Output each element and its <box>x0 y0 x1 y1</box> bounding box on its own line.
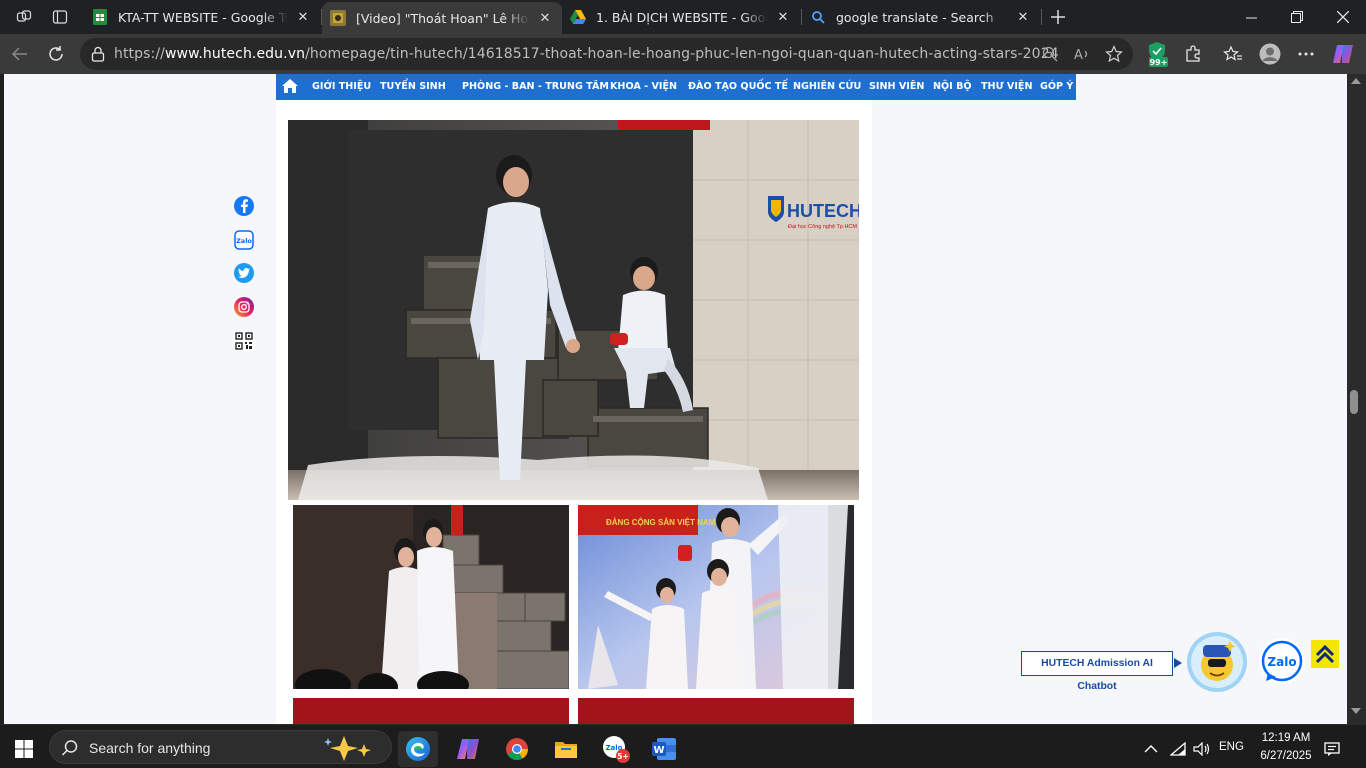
main-stage-photo: HUTECH Đại học Công nghệ Tp.HCM <box>288 120 859 500</box>
zoom-out-icon[interactable] <box>1038 42 1062 66</box>
restore-icon[interactable] <box>1274 0 1320 34</box>
input-language[interactable]: ENG <box>1219 741 1244 753</box>
zalo-app-icon[interactable]: Zalo 5+ <box>596 731 636 767</box>
close-tab-icon[interactable]: ✕ <box>536 9 554 27</box>
browser-toolbar: https://www.hutech.edu.vn/homepage/tin-h… <box>0 34 1366 74</box>
chatbot-mascot-button[interactable] <box>1186 631 1248 693</box>
refresh-icon[interactable] <box>41 40 71 68</box>
extension-shield-icon[interactable]: 99+ <box>1142 40 1172 68</box>
site-main-nav: GIỚI THIỆU TUYỂN SINH PHÒNG - BAN - TRUN… <box>276 74 1076 100</box>
svg-text:Zalo: Zalo <box>236 237 252 245</box>
back-icon[interactable] <box>5 40 35 68</box>
close-tab-icon[interactable]: ✕ <box>1014 8 1032 26</box>
favorites-icon[interactable] <box>1218 40 1248 68</box>
svg-text:ĐẢNG CỘNG SẢN VIỆT NAM: ĐẢNG CỘNG SẢN VIỆT NAM <box>606 518 716 527</box>
clock-time[interactable]: 12:19 AM <box>1256 732 1316 744</box>
zalo-icon[interactable]: Zalo <box>234 230 254 250</box>
copilot-app-icon[interactable] <box>448 731 488 767</box>
page-scrollbar[interactable] <box>1347 74 1366 724</box>
new-tab-icon[interactable] <box>1044 4 1072 30</box>
url-text[interactable]: https://www.hutech.edu.vn/homepage/tin-h… <box>114 38 1059 70</box>
show-hidden-icons-chevron-icon[interactable] <box>1133 731 1169 767</box>
sheets-icon <box>92 9 108 25</box>
copilot-icon[interactable] <box>1328 40 1358 68</box>
qr-code-icon[interactable] <box>234 331 254 351</box>
chatbot-label[interactable]: HUTECH Admission AI Chatbot <box>1021 651 1173 692</box>
group-performance-photo: ĐẢNG CỘNG SẢN VIỆT NAM <box>578 505 854 689</box>
nav-thu-vien[interactable]: THƯ VIỆN <box>981 74 1033 100</box>
chatbot-arrow <box>1174 658 1182 668</box>
page-viewport: GIỚI THIỆU TUYỂN SINH PHÒNG - BAN - TRUN… <box>4 74 1347 724</box>
tab-google-translate-search[interactable]: google translate - Search ✕ <box>802 0 1040 34</box>
more-options-icon[interactable] <box>1291 40 1321 68</box>
svg-text:99+: 99+ <box>1150 58 1168 67</box>
browser-tab-strip: KTA-TT WEBSITE - Google Trang tính ✕ [Vi… <box>0 0 1366 34</box>
search-icon <box>61 739 79 761</box>
search-placeholder: Search for anything <box>89 740 211 756</box>
twitter-icon[interactable] <box>234 263 254 283</box>
extensions-puzzle-icon[interactable] <box>1178 40 1208 68</box>
nav-khoa-vien[interactable]: KHOA - VIỆN <box>610 74 677 100</box>
notifications-icon[interactable] <box>1314 731 1350 767</box>
svg-text:A: A <box>1074 48 1083 62</box>
clock-date[interactable]: 6/27/2025 <box>1254 750 1318 762</box>
close-window-icon[interactable] <box>1320 0 1366 34</box>
word-icon[interactable]: W <box>644 731 684 767</box>
read-aloud-icon[interactable]: A <box>1070 42 1094 66</box>
hutech-favicon <box>330 10 346 26</box>
tab-thoat-hoan-video[interactable]: [Video] "Thoát Hoan" Lê Hoàng Phúc ✕ <box>322 2 562 34</box>
volume-icon[interactable] <box>1189 731 1215 767</box>
instagram-icon[interactable] <box>234 297 254 317</box>
couple-stage-photo <box>293 505 569 689</box>
taskbar-search-box[interactable]: Search for anything <box>49 730 392 764</box>
red-stage-photo-right <box>578 698 854 724</box>
sparkle-icon <box>320 734 380 766</box>
tab-kta-tt-website[interactable]: KTA-TT WEBSITE - Google Trang tính ✕ <box>84 0 320 34</box>
favorite-star-icon[interactable] <box>1102 42 1126 66</box>
lock-icon[interactable] <box>86 42 110 66</box>
scroll-up-arrow[interactable] <box>1351 78 1361 84</box>
nav-dao-tao-quoc-te[interactable]: ĐÀO TẠO QUỐC TẾ <box>688 74 788 100</box>
start-windows-icon[interactable] <box>4 731 44 767</box>
tab-bai-dich-website[interactable]: 1. BÀI DỊCH WEBSITE - Google Drive ✕ <box>562 0 800 34</box>
scrollbar-thumb[interactable] <box>1350 390 1358 414</box>
workspaces-icon[interactable] <box>10 4 38 30</box>
scroll-to-top-button[interactable] <box>1311 640 1339 668</box>
nav-phong-ban-trung-tam[interactable]: PHÒNG - BAN - TRUNG TÂM <box>462 74 609 100</box>
windows-taskbar: Search for anything Zalo 5+ W ENG 12:19 … <box>0 724 1366 768</box>
chrome-icon[interactable] <box>497 731 537 767</box>
nav-nghien-cuu[interactable]: NGHIÊN CỨU <box>793 74 861 100</box>
minimize-icon[interactable] <box>1228 0 1274 34</box>
nav-gioi-thieu[interactable]: GIỚI THIỆU <box>312 74 371 100</box>
nav-noi-bo[interactable]: NỘI BỘ <box>933 74 972 100</box>
scroll-down-arrow[interactable] <box>1351 708 1361 714</box>
google-drive-icon <box>570 9 586 25</box>
nav-tuyen-sinh[interactable]: TUYỂN SINH <box>380 74 446 100</box>
zalo-chat-button[interactable]: Zalo <box>1258 637 1306 685</box>
bing-search-icon <box>810 9 826 25</box>
edge-browser-icon[interactable] <box>398 731 438 767</box>
nav-gop-y[interactable]: GÓP Ý <box>1040 74 1073 100</box>
svg-text:Đại học Công nghệ Tp.HCM: Đại học Công nghệ Tp.HCM <box>788 224 857 230</box>
nav-home-icon[interactable] <box>282 74 298 100</box>
file-explorer-icon[interactable] <box>546 731 586 767</box>
facebook-icon[interactable] <box>234 196 254 216</box>
svg-text:5+: 5+ <box>617 752 629 761</box>
svg-text:Zalo: Zalo <box>1267 655 1296 669</box>
red-stage-photo-left <box>293 698 569 724</box>
nav-sinh-vien[interactable]: SINH VIÊN <box>869 74 924 100</box>
svg-text:W: W <box>653 745 664 756</box>
profile-avatar[interactable] <box>1255 40 1285 68</box>
tab-actions-icon[interactable] <box>46 4 74 30</box>
address-bar[interactable]: https://www.hutech.edu.vn/homepage/tin-h… <box>80 38 1133 70</box>
network-icon[interactable] <box>1165 731 1191 767</box>
close-tab-icon[interactable]: ✕ <box>294 8 312 26</box>
close-tab-icon[interactable]: ✕ <box>774 8 792 26</box>
svg-text:HUTECH: HUTECH <box>787 201 859 221</box>
